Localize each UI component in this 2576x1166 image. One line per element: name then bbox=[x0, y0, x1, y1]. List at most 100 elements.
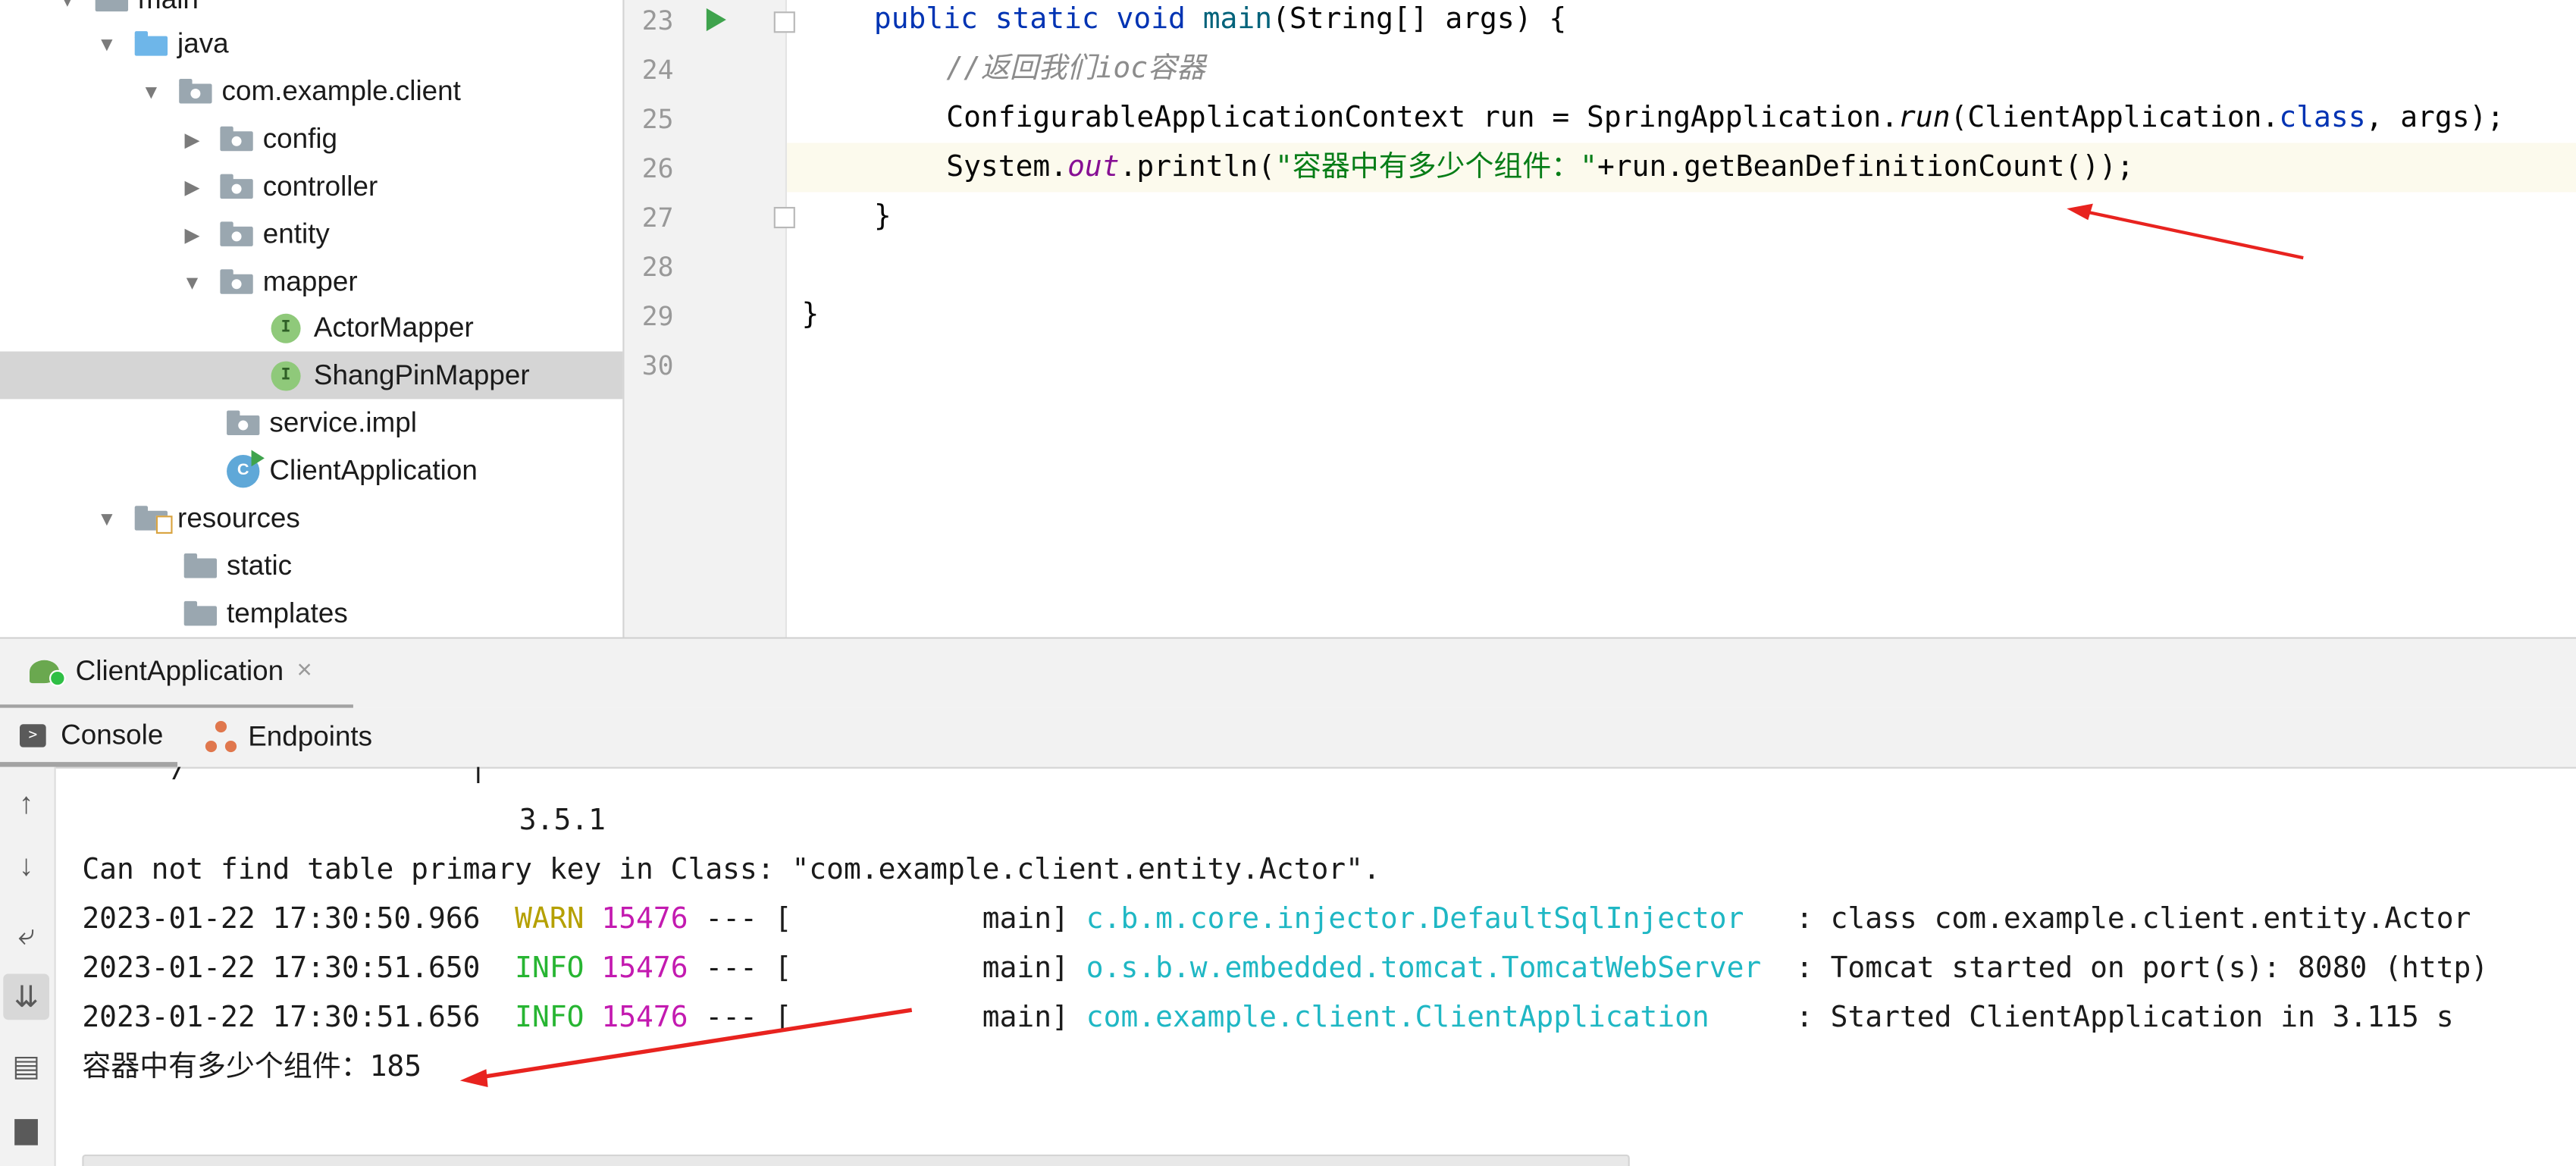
log-sep: --- [ bbox=[705, 952, 792, 986]
log-time: 2023-01-22 17:30:51.650 bbox=[82, 952, 481, 986]
tree-item-controller[interactable]: ▶ controller bbox=[0, 162, 622, 210]
code-token-keyword: public static void bbox=[873, 3, 1203, 36]
tree-item-label: ActorMapper bbox=[313, 311, 474, 343]
tree-item-shangpinmapper[interactable]: I ShangPinMapper bbox=[0, 351, 623, 400]
interface-icon: I bbox=[271, 360, 301, 390]
run-tab-label: ClientApplication bbox=[75, 655, 284, 687]
line-number: 23 bbox=[641, 5, 674, 36]
fold-marker-icon[interactable] bbox=[773, 206, 795, 229]
run-tab-bar: ClientApplication × bbox=[0, 638, 2576, 710]
trash-icon[interactable]: ▆ bbox=[3, 1105, 49, 1152]
print-icon[interactable]: ▤ bbox=[3, 1043, 49, 1089]
folder-icon bbox=[183, 553, 218, 578]
endpoints-icon bbox=[205, 720, 238, 754]
chevron-down-icon[interactable]: ▼ bbox=[96, 32, 118, 55]
tree-item-label: service.impl bbox=[269, 406, 417, 438]
line-number: 28 bbox=[641, 251, 674, 283]
tab-console[interactable]: > Console bbox=[0, 708, 178, 767]
tree-item-label: controller bbox=[262, 170, 378, 202]
scroll-to-end-icon[interactable]: ⇊ bbox=[3, 973, 50, 1020]
log-logger[interactable]: o.s.b.w.embedded.tomcat.TomcatWebServer bbox=[1086, 952, 1761, 985]
code-line-26[interactable]: System.out.println("容器中有多少个组件："+run.getB… bbox=[946, 143, 2134, 192]
chevron-down-icon[interactable]: ▼ bbox=[139, 80, 162, 102]
code-token-text: ConfigurableApplicationContext run = Spr… bbox=[946, 102, 1899, 135]
tree-item-static[interactable]: static bbox=[0, 542, 622, 590]
line-number: 26 bbox=[641, 152, 674, 184]
tab-label: Console bbox=[61, 718, 164, 750]
line-number: 27 bbox=[641, 202, 674, 234]
arrow-down-icon[interactable]: ↓ bbox=[3, 842, 49, 889]
tree-item-service-impl[interactable]: service.impl bbox=[0, 399, 622, 447]
resources-folder-icon bbox=[134, 506, 173, 534]
package-icon bbox=[220, 174, 253, 199]
code-line-27[interactable]: } bbox=[874, 192, 892, 241]
tab-label: Endpoints bbox=[248, 720, 373, 753]
line-number: 24 bbox=[641, 54, 674, 86]
package-icon bbox=[179, 78, 212, 104]
code-line-23[interactable]: public static void main(String[] args) { bbox=[874, 0, 1566, 44]
package-icon bbox=[220, 126, 253, 152]
code-line-25[interactable]: ConfigurableApplicationContext run = Spr… bbox=[946, 93, 2504, 143]
tree-item-entity[interactable]: ▶ entity bbox=[0, 210, 622, 258]
tree-item-label: main bbox=[138, 0, 199, 16]
tree-item-label: com.example.client bbox=[221, 74, 461, 106]
tree-item-label: entity bbox=[262, 218, 330, 249]
run-subtabs: > Console Endpoints bbox=[0, 707, 2576, 769]
log-sep: --- [ bbox=[705, 903, 792, 936]
tree-item-config[interactable]: ▶ config bbox=[0, 115, 622, 163]
log-pid: 15476 bbox=[601, 1001, 688, 1035]
console-result-line: 容器中有多少个组件：185 bbox=[82, 1051, 422, 1084]
code-token-comment: //返回我们ioc容器 bbox=[946, 52, 1205, 86]
interface-icon: I bbox=[271, 312, 301, 343]
horizontal-scrollbar[interactable] bbox=[82, 1154, 1630, 1166]
chevron-right-icon[interactable]: ▶ bbox=[180, 223, 203, 246]
close-icon[interactable]: × bbox=[296, 657, 312, 686]
log-level: WARN bbox=[515, 903, 584, 936]
tree-item-label: resources bbox=[177, 501, 300, 533]
code-token-string: "容器中有多少个组件：" bbox=[1275, 151, 1598, 184]
tree-item-java[interactable]: ▼ java bbox=[0, 20, 622, 67]
log-time: 2023-01-22 17:30:50.966 bbox=[82, 903, 481, 936]
tree-item-label: mapper bbox=[262, 265, 358, 296]
chevron-down-icon[interactable]: ▼ bbox=[56, 0, 79, 11]
tree-item-com-example-client[interactable]: ▼ com.example.client bbox=[0, 67, 622, 115]
tab-endpoints[interactable]: Endpoints bbox=[205, 708, 403, 767]
console-output[interactable]: / | 3.5.1 Can not find table primary key… bbox=[56, 767, 2576, 1166]
tree-item-clientapplication[interactable]: C ClientApplication bbox=[0, 447, 622, 494]
log-logger[interactable]: c.b.m.core.injector.DefaultSqlInjector bbox=[1086, 903, 1744, 936]
log-level: INFO bbox=[515, 952, 584, 986]
console-toolbar: ↑ ↓ ⤶ ⇊ ▤ ▆ bbox=[0, 766, 56, 1166]
tree-item-templates[interactable]: templates bbox=[0, 590, 622, 638]
tree-item-mapper[interactable]: ▼ mapper bbox=[0, 258, 622, 306]
console-log-line: 2023-01-22 17:30:51.656 INFO 15476 --- [… bbox=[82, 994, 2453, 1043]
log-pid: 15476 bbox=[601, 903, 688, 936]
chevron-right-icon[interactable]: ▶ bbox=[180, 175, 203, 198]
console-log-line: 2023-01-22 17:30:50.966 WARN 15476 --- [… bbox=[82, 895, 2471, 945]
console-line: Can not find table primary key in Class:… bbox=[82, 854, 1380, 887]
log-logger[interactable]: com.example.client.ClientApplication bbox=[1086, 1001, 1709, 1034]
tree-item-actormapper[interactable]: I ActorMapper bbox=[0, 304, 622, 352]
code-line-29[interactable]: } bbox=[802, 290, 819, 340]
console-version: 3.5.1 bbox=[519, 804, 606, 838]
tree-item-label: ShangPinMapper bbox=[313, 359, 530, 390]
code-line-24[interactable]: //返回我们ioc容器 bbox=[946, 44, 1205, 93]
chevron-down-icon[interactable]: ▼ bbox=[96, 506, 118, 529]
chevron-down-icon[interactable]: ▼ bbox=[180, 270, 203, 293]
code-editor[interactable]: 23 24 25 26 27 28 29 30 public static vo… bbox=[624, 0, 2576, 638]
log-pid: 15476 bbox=[601, 952, 688, 986]
run-icon[interactable] bbox=[706, 8, 726, 32]
soft-wrap-icon[interactable]: ⤶ bbox=[3, 911, 49, 958]
line-number: 30 bbox=[641, 349, 674, 381]
arrow-up-icon[interactable]: ↑ bbox=[3, 780, 49, 826]
run-tab-clientapplication[interactable]: ClientApplication × bbox=[0, 639, 353, 710]
console-log-line: 2023-01-22 17:30:51.650 INFO 15476 --- [… bbox=[82, 945, 2488, 994]
source-folder-icon bbox=[134, 31, 168, 56]
tree-item-resources[interactable]: ▼ resources bbox=[0, 494, 622, 542]
tree-item-label: ClientApplication bbox=[269, 453, 478, 486]
code-token-text: System. bbox=[946, 151, 1068, 184]
fold-marker-icon[interactable] bbox=[773, 11, 795, 33]
chevron-right-icon[interactable]: ▶ bbox=[180, 127, 203, 150]
folder-icon bbox=[95, 0, 129, 12]
line-number: 25 bbox=[641, 103, 674, 135]
code-token-static-method: run bbox=[1898, 102, 1951, 135]
